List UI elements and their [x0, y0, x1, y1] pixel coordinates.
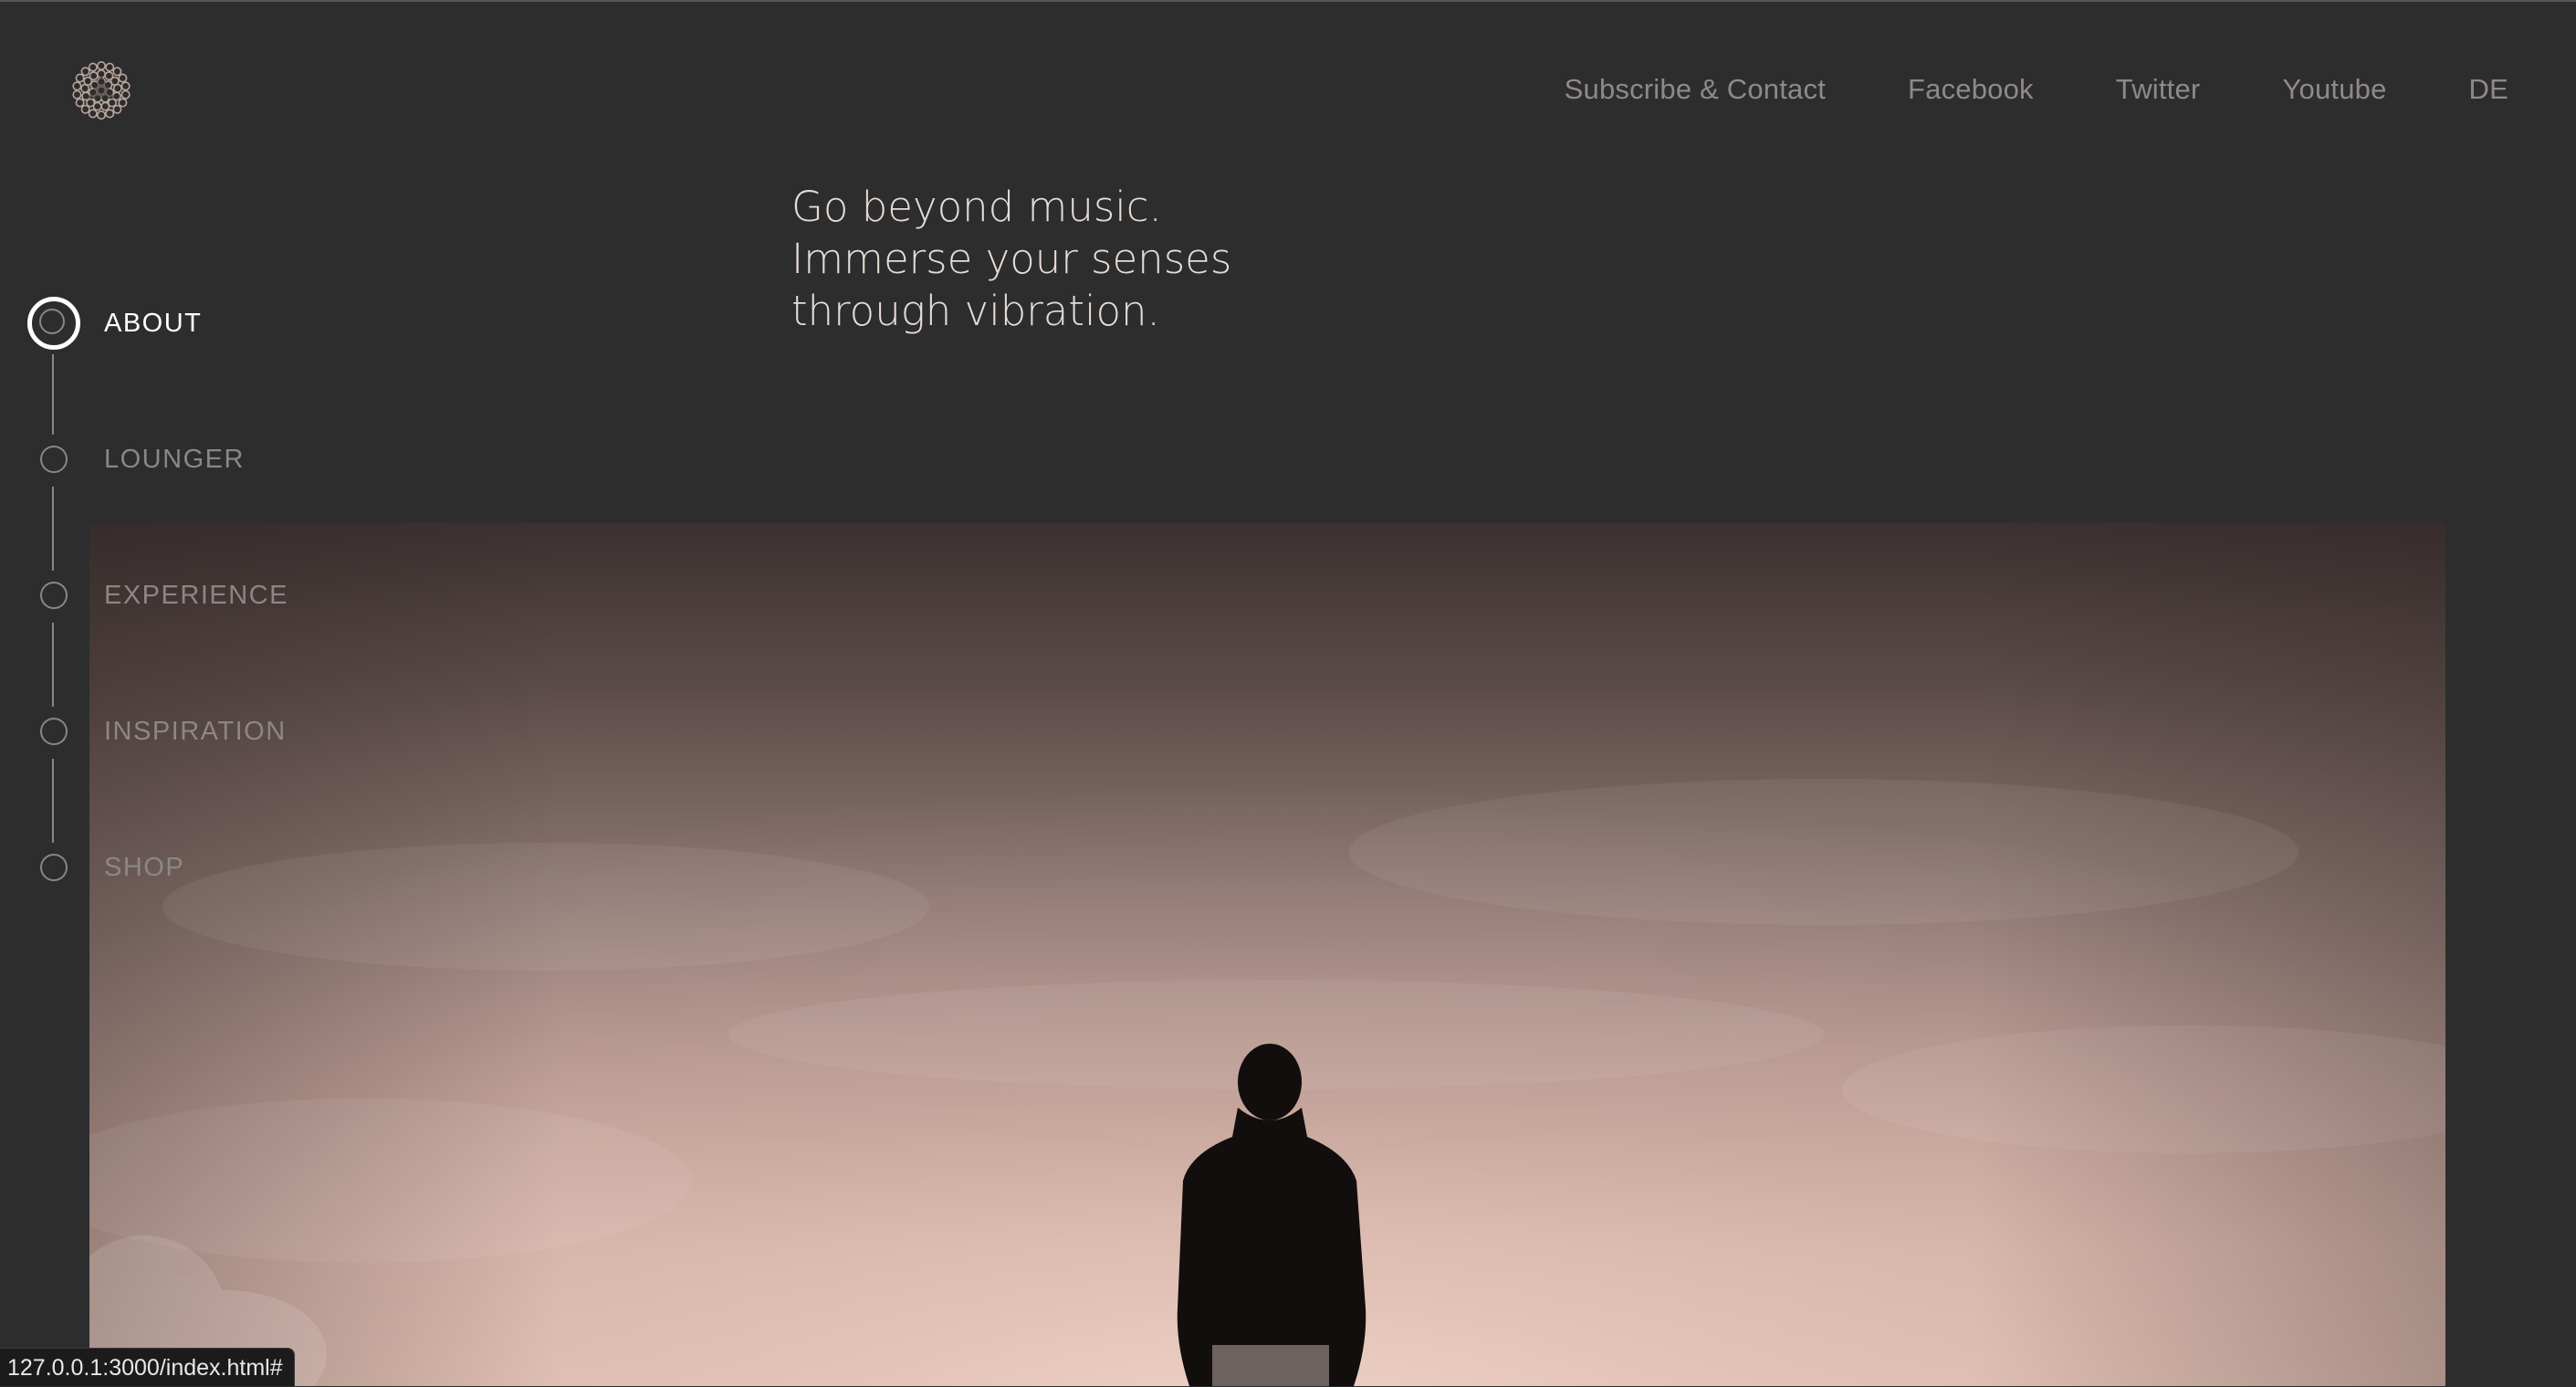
sidebar-item-label: LOUNGER [104, 445, 245, 474]
nav-connector-line [52, 623, 54, 707]
sidebar-item-inspiration[interactable]: INSPIRATION [0, 704, 329, 759]
nav-link-language-de[interactable]: DE [2469, 73, 2508, 106]
top-navigation: Subscribe & Contact Facebook Twitter You… [1565, 71, 2508, 108]
sidebar-item-lounger[interactable]: LOUNGER [0, 432, 329, 487]
sidebar-item-about[interactable]: ABOUT [0, 296, 329, 351]
sidebar-item-label: INSPIRATION [104, 717, 287, 746]
nav-link-youtube[interactable]: Youtube [2282, 73, 2386, 106]
headline-line: Immerse your senses [791, 235, 1232, 283]
nav-link-subscribe-contact[interactable]: Subscribe & Contact [1565, 73, 1826, 106]
circle-icon [40, 854, 68, 881]
window-top-border [0, 0, 2576, 2]
headline-line: through vibration. [791, 287, 1160, 335]
circle-icon [40, 446, 68, 473]
hero-headline: Go beyond music. Immerse your senses thr… [791, 181, 1430, 337]
nav-connector-line [52, 487, 54, 571]
nav-link-twitter[interactable]: Twitter [2116, 73, 2201, 106]
hero-image [89, 523, 2445, 1386]
circle-icon [40, 718, 68, 745]
sidebar-item-experience[interactable]: EXPERIENCE [0, 568, 329, 623]
nav-connector-line [52, 759, 54, 843]
sidebar-item-label: SHOP [104, 853, 185, 882]
active-circle-icon [27, 297, 80, 350]
nav-link-facebook[interactable]: Facebook [1908, 73, 2034, 106]
headline-line: Go beyond music. [791, 183, 1162, 231]
nav-connector-line [52, 354, 54, 435]
sidebar-item-label: EXPERIENCE [104, 581, 288, 610]
circle-icon [40, 582, 68, 609]
section-navigation: ABOUT LOUNGER EXPERIENCE INSPIRATION SHO… [0, 0, 365, 913]
sidebar-item-label: ABOUT [104, 309, 203, 338]
browser-status-url: 127.0.0.1:3000/index.html# [0, 1348, 295, 1386]
sidebar-item-shop[interactable]: SHOP [0, 840, 329, 895]
